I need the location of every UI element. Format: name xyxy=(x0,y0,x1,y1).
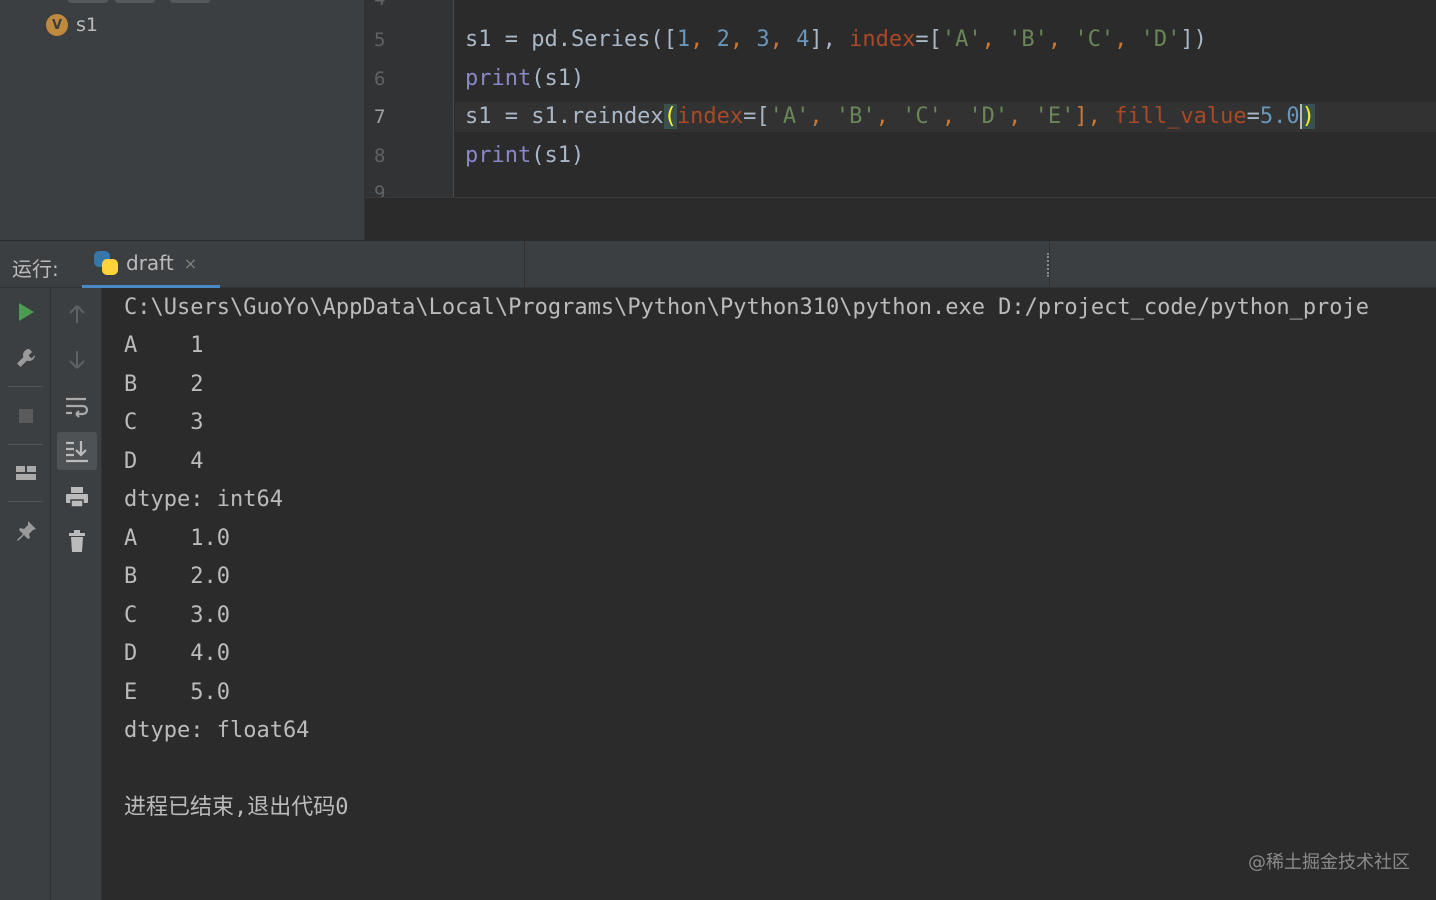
variable-label: s1 xyxy=(76,14,98,36)
caret: ) xyxy=(1299,104,1315,129)
toolbar-divider xyxy=(8,501,43,502)
divider xyxy=(1049,241,1050,289)
toolbar-stub xyxy=(115,0,155,3)
soft-wrap-icon xyxy=(66,397,89,418)
layout-icon xyxy=(16,466,36,480)
close-icon[interactable]: × xyxy=(184,254,197,273)
toolbar-divider xyxy=(8,386,43,387)
code-line-8[interactable]: print(s1) xyxy=(465,141,584,171)
next-occurrence-button[interactable] xyxy=(57,341,97,379)
arrow-down-icon xyxy=(69,351,85,369)
wrench-icon xyxy=(17,349,35,367)
clear-all-button[interactable] xyxy=(57,522,97,560)
console-line: C 3 xyxy=(124,410,204,435)
pin-tab-button[interactable] xyxy=(6,512,46,550)
editor-gutter[interactable]: 4 5 6 7 8 9 xyxy=(365,0,454,204)
editor-empty-area xyxy=(365,197,1436,240)
trash-icon xyxy=(69,530,85,552)
console-line: dtype: int64 xyxy=(124,487,283,512)
restore-layout-button[interactable] xyxy=(6,454,46,492)
console-line: B 2 xyxy=(124,372,204,397)
console-line: D 4.0 xyxy=(124,641,230,666)
variable-icon: V xyxy=(46,14,68,36)
divider xyxy=(524,241,525,289)
console-line: C 3.0 xyxy=(124,603,230,628)
console-line: E 5.0 xyxy=(124,680,230,705)
run-toolwindow-header: 运行: draft × xyxy=(0,240,1436,289)
console-line: D 4 xyxy=(124,449,204,474)
print-button[interactable] xyxy=(57,478,97,516)
toolbar-stub xyxy=(68,0,108,3)
code-line-6[interactable]: print(s1) xyxy=(465,64,584,94)
line-number: 4 xyxy=(374,0,404,10)
console-exit-message: 进程已结束,退出代码0 xyxy=(124,795,349,820)
edit-config-button[interactable] xyxy=(6,339,46,377)
console-line: B 2.0 xyxy=(124,564,230,589)
rerun-button[interactable] xyxy=(6,293,46,331)
run-toolbar-secondary xyxy=(51,288,102,900)
tab-label: draft xyxy=(126,251,174,275)
console-output[interactable]: C:\Users\GuoYo\AppData\Local\Programs\Py… xyxy=(102,288,1436,900)
line-number: 6 xyxy=(374,68,386,90)
tab-draft[interactable]: draft × xyxy=(82,241,220,289)
code-editor[interactable]: s1 = pd.Series([1, 2, 3, 4], index=['A',… xyxy=(455,0,1436,197)
scroll-to-end-icon xyxy=(66,441,88,463)
watermark: @稀土掘金技术社区 xyxy=(1248,852,1410,873)
arrow-up-icon xyxy=(69,305,85,323)
run-icon xyxy=(19,303,34,321)
python-file-icon xyxy=(94,251,118,275)
soft-wrap-button[interactable] xyxy=(57,387,97,425)
code-line-5[interactable]: s1 = pd.Series([1, 2, 3, 4], index=['A',… xyxy=(465,25,1207,55)
toolbar-divider xyxy=(8,444,43,445)
variable-item-s1[interactable]: V s1 xyxy=(46,14,98,36)
code-line-7[interactable]: s1 = s1.reindex(index=['A', 'B', 'C', 'D… xyxy=(455,102,1436,132)
console-command-line: C:\Users\GuoYo\AppData\Local\Programs\Py… xyxy=(124,295,1370,320)
print-icon xyxy=(66,487,88,508)
stop-icon xyxy=(19,409,33,423)
previous-occurrence-button[interactable] xyxy=(57,295,97,333)
scroll-to-end-button[interactable] xyxy=(57,432,97,470)
console-line: A 1 xyxy=(124,333,204,358)
pin-icon xyxy=(17,521,36,541)
console-line: A 1.0 xyxy=(124,526,230,551)
line-number: 7 xyxy=(374,106,386,128)
console-line: dtype: float64 xyxy=(124,718,310,743)
run-toolbar-primary xyxy=(0,288,51,900)
line-number: 5 xyxy=(374,29,386,51)
run-title: 运行: xyxy=(12,257,59,281)
toolbar-stub xyxy=(170,0,210,3)
structure-panel: V s1 xyxy=(0,0,365,240)
line-number: 8 xyxy=(374,145,386,167)
stop-button[interactable] xyxy=(6,397,46,435)
